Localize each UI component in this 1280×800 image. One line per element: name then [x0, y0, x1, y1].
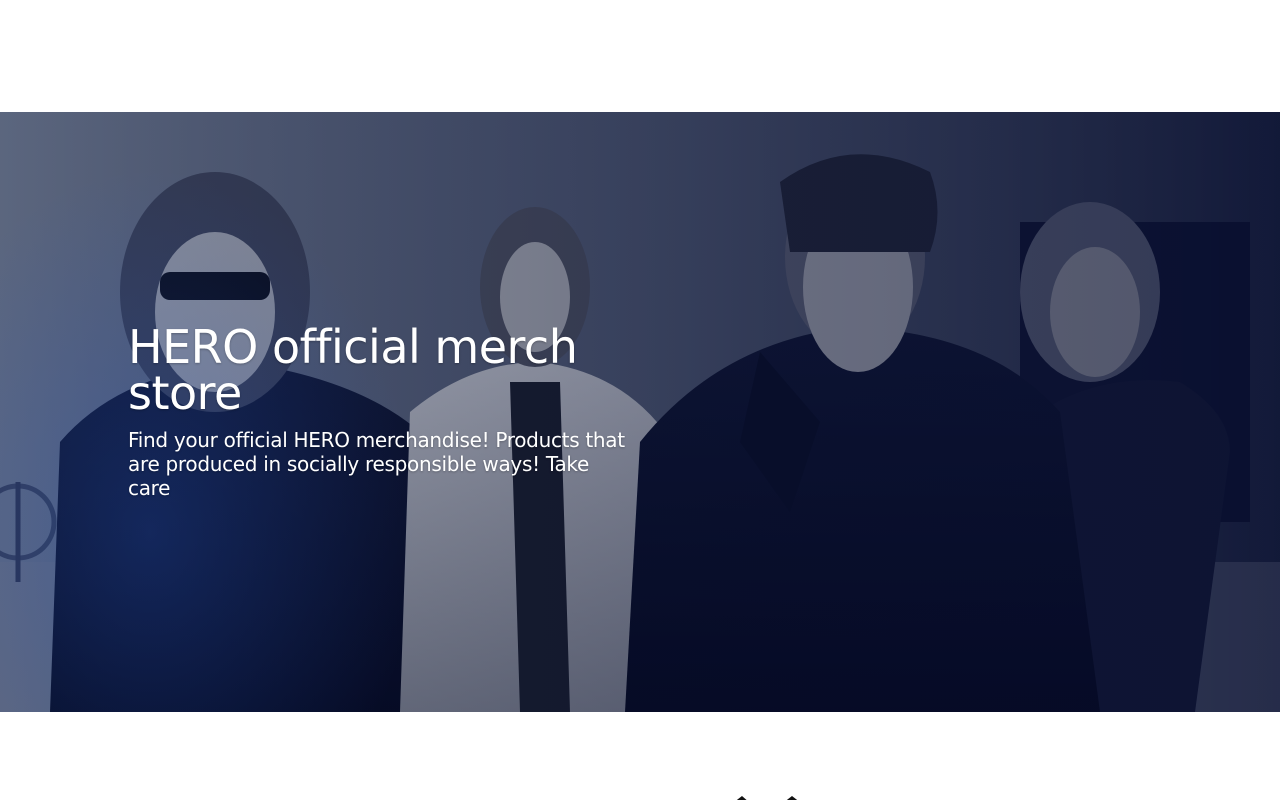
hero-banner: HERO official merch store Find your offi…	[0, 112, 1280, 712]
page: HERO official merch store Find your offi…	[0, 0, 1280, 800]
hero-subtitle: Find your official HERO merchandise! Pro…	[128, 428, 625, 500]
hero-text-block: HERO official merch store Find your offi…	[128, 324, 628, 500]
hero-title: HERO official merch store	[128, 320, 578, 420]
top-header-bar	[0, 0, 1280, 112]
logo-icon	[736, 796, 798, 800]
